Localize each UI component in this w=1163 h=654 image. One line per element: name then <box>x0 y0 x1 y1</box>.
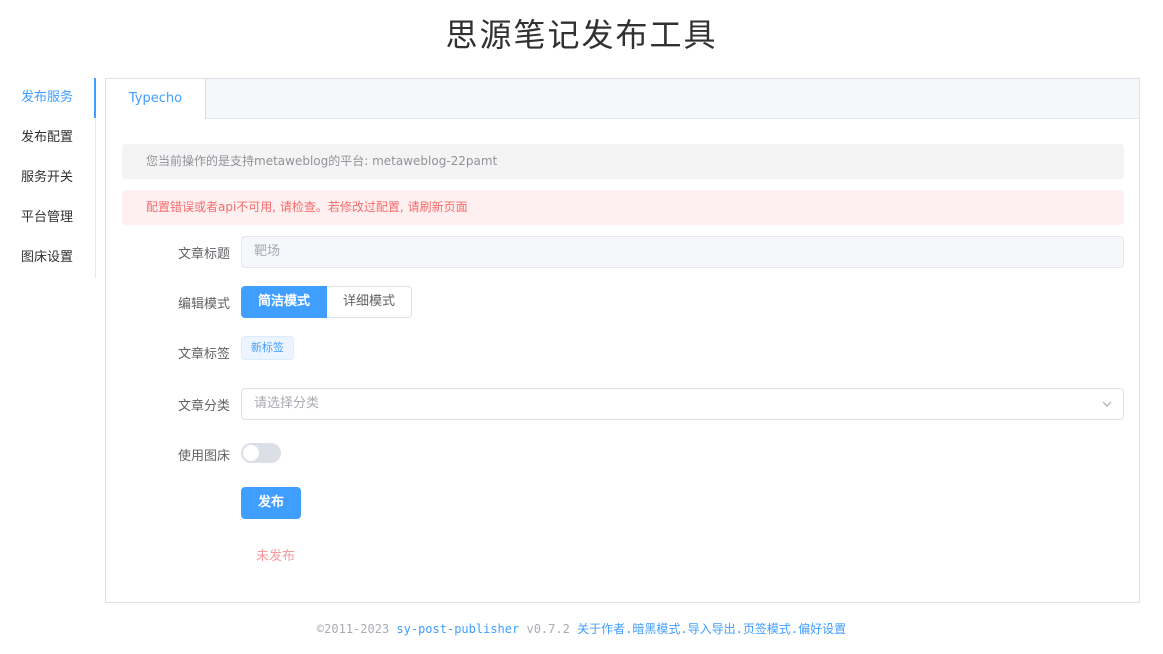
footer-separator: . <box>680 622 688 636</box>
picbed-switch[interactable] <box>241 443 281 463</box>
sidebar-item-publish-config[interactable]: 发布配置 <box>0 118 95 158</box>
footer-link-preferences[interactable]: 偏好设置 <box>798 622 846 636</box>
simple-mode-button[interactable]: 简洁模式 <box>241 286 328 318</box>
footer-link-tab-mode[interactable]: 页签模式 <box>743 622 791 636</box>
page-title: 思源笔记发布工具 <box>445 16 718 54</box>
category-placeholder: 请选择分类 <box>254 396 320 411</box>
mode-toggle-group: 简洁模式 详细模式 <box>241 286 413 318</box>
mode-label: 编辑模式 <box>177 297 230 312</box>
footer-separator: . <box>735 622 743 636</box>
side-menu: 发布服务 发布配置 服务开关 平台管理 图床设置 <box>0 78 96 278</box>
footer-separator: . <box>790 622 799 636</box>
category-label: 文章分类 <box>177 399 230 414</box>
footer-link-about-author[interactable]: 关于作者 <box>577 622 625 636</box>
config-error-alert: 配置错误或者api不可用, 请检查。若修改过配置, 请刷新页面 <box>122 190 1124 225</box>
title-label: 文章标题 <box>177 247 230 262</box>
tags-label: 文章标签 <box>177 347 230 362</box>
publish-card: Typecho 您当前操作的是支持metaweblog的平台: metawebl… <box>105 78 1140 603</box>
platform-info-alert: 您当前操作的是支持metaweblog的平台: metaweblog-22pam… <box>122 144 1124 179</box>
tab-bar: Typecho <box>106 79 1139 120</box>
footer-version: v0.7.2 <box>526 622 570 636</box>
detail-mode-button[interactable]: 详细模式 <box>327 286 413 318</box>
new-tag-button[interactable]: 新标签 <box>241 336 294 360</box>
picbed-label: 使用图床 <box>177 449 230 464</box>
footer-link-dark-mode[interactable]: 暗黑模式 <box>632 622 680 636</box>
sidebar-item-publish-service[interactable]: 发布服务 <box>0 78 96 118</box>
category-select[interactable]: 请选择分类 <box>241 388 1124 420</box>
switch-knob <box>243 445 259 461</box>
footer: ©2011-2023 sy-post-publisher v0.7.2 关于作者… <box>0 620 1163 637</box>
sidebar-item-picbed-settings[interactable]: 图床设置 <box>0 238 95 278</box>
footer-copyright: ©2011-2023 <box>316 622 390 636</box>
chevron-down-icon <box>1102 401 1112 407</box>
sidebar-item-platform-manage[interactable]: 平台管理 <box>0 198 95 238</box>
tab-typecho[interactable]: Typecho <box>106 79 206 120</box>
sidebar-item-service-switch[interactable]: 服务开关 <box>0 158 95 198</box>
footer-link-import-export[interactable]: 导入导出 <box>688 622 736 636</box>
title-input[interactable]: 靶场 <box>241 236 1124 268</box>
footer-app-link[interactable]: sy-post-publisher <box>396 622 519 636</box>
publish-button[interactable]: 发布 <box>241 487 301 519</box>
publish-status: 未发布 <box>256 549 296 564</box>
